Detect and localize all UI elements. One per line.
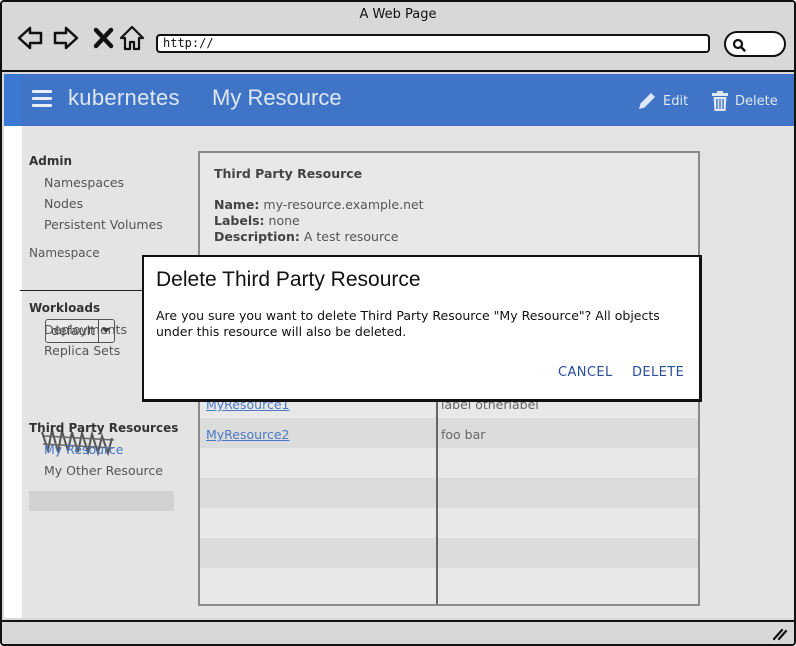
sidebar-heading-admin: Admin <box>29 154 73 168</box>
sidebar-item-nodes[interactable]: Nodes <box>44 196 83 211</box>
table-row-empty <box>200 448 698 478</box>
back-icon[interactable] <box>16 24 44 52</box>
menu-icon[interactable] <box>32 90 52 108</box>
close-icon[interactable] <box>91 24 119 52</box>
labels-value: none <box>268 213 300 228</box>
app-brand: kubernetes <box>68 85 180 110</box>
delete-button[interactable]: Delete <box>710 90 778 112</box>
description-row: Description: A test resource <box>214 229 398 244</box>
description-label: Description: <box>214 229 300 244</box>
labels-row: Labels: none <box>214 213 300 228</box>
sidebar-item-my-other-resource[interactable]: My Other Resource <box>44 463 163 478</box>
table-column-divider <box>436 388 438 604</box>
edit-button[interactable]: Edit <box>636 90 688 112</box>
left-accent-strip <box>4 74 22 618</box>
cancel-button[interactable]: CANCEL <box>558 365 613 380</box>
forward-icon[interactable] <box>52 24 80 52</box>
dialog-title: Delete Third Party Resource <box>156 268 421 291</box>
pencil-icon <box>639 93 655 109</box>
sidebar-divider <box>20 290 157 291</box>
table-row[interactable]: MyResource2 foo bar <box>200 418 698 448</box>
sidebar-heading-third-party-resources: Third Party Resources <box>29 421 179 435</box>
sidebar-item-namespaces[interactable]: Namespaces <box>44 175 124 190</box>
resource-link[interactable]: MyResource2 <box>206 427 289 442</box>
confirm-delete-button[interactable]: DELETE <box>632 365 684 380</box>
sidebar-active-highlight <box>29 491 174 511</box>
sidebar-item-persistent-volumes[interactable]: Persistent Volumes <box>44 217 163 232</box>
namespace-label: Namespace <box>29 246 100 260</box>
resize-grip-icon[interactable] <box>772 627 788 641</box>
url-field[interactable]: http:// <box>156 34 710 53</box>
browser-search-box[interactable] <box>724 31 786 57</box>
browser-titlebar: A Web Page http:// <box>2 2 794 72</box>
table-row-empty <box>200 478 698 508</box>
name-label: Name: <box>214 197 260 212</box>
sidebar-item-my-resource[interactable]: My Resource <box>44 442 123 457</box>
home-icon[interactable] <box>118 24 146 52</box>
trash-icon <box>712 91 728 111</box>
table-row-empty <box>200 538 698 568</box>
labels-label: Labels: <box>214 213 265 228</box>
dialog-message: Are you sure you want to delete Third Pa… <box>156 308 660 339</box>
name-row: Name: my-resource.example.net <box>214 197 424 212</box>
app-bar: kubernetes My Resource Edit Delete <box>22 74 794 126</box>
table-row-empty <box>200 568 698 604</box>
delete-confirm-dialog: Delete Third Party Resource Are you sure… <box>142 255 702 402</box>
sidebar-heading-workloads: Workloads <box>29 301 101 315</box>
window-title: A Web Page <box>359 7 437 22</box>
name-value: my-resource.example.net <box>263 197 424 212</box>
sidebar-item-deployments[interactable]: Deployments <box>44 322 127 337</box>
delete-label: Delete <box>735 93 778 109</box>
description-value: A test resource <box>303 229 399 244</box>
resource-table: MyResource1 label otherlabel MyResource2… <box>200 388 698 604</box>
edit-label: Edit <box>663 93 689 109</box>
table-row-empty <box>200 508 698 538</box>
card-title: Third Party Resource <box>214 166 363 181</box>
resource-labels-cell: foo bar <box>441 427 486 442</box>
sidebar-item-replica-sets[interactable]: Replica Sets <box>44 343 120 358</box>
page-title: My Resource <box>212 85 342 110</box>
browser-window: A Web Page http:// kubernetes My Resourc… <box>0 0 796 646</box>
browser-statusbar <box>2 620 794 644</box>
search-icon <box>732 38 746 52</box>
